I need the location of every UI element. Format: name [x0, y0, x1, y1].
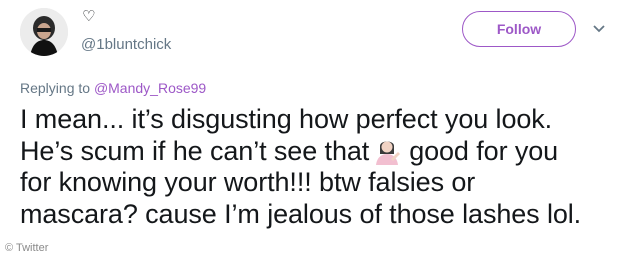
tweet-line: for knowing your worth!!! btw falsies or [20, 167, 476, 197]
tweet-line-part: good for you [409, 135, 559, 166]
user-handle[interactable]: @1bluntchick [81, 36, 171, 54]
follow-button[interactable]: Follow [462, 11, 576, 47]
chevron-down-icon[interactable] [592, 24, 606, 34]
display-name[interactable]: ♡ [82, 7, 95, 25]
avatar[interactable] [20, 8, 68, 56]
tweet-text: I mean... it’s disgusting how perfect yo… [20, 104, 630, 230]
watermark: © Twitter [5, 242, 49, 254]
follow-button-label: Follow [496, 21, 542, 37]
tweet-line: I mean... it’s disgusting how perfect yo… [20, 104, 553, 134]
person-tipping-hand-emoji-icon [376, 141, 401, 165]
replying-prefix: Replying to [20, 80, 94, 96]
tweet-line: He’s scum if he can’t see that good for … [20, 136, 630, 168]
replying-to: Replying to @Mandy_Rose99 [20, 79, 206, 97]
replying-to-link[interactable]: @Mandy_Rose99 [94, 80, 206, 96]
tweet-line: mascara? cause I’m jealous of those lash… [20, 198, 582, 229]
tweet-line-part: He’s scum if he can’t see that [20, 135, 370, 166]
avatar-image [20, 8, 68, 56]
